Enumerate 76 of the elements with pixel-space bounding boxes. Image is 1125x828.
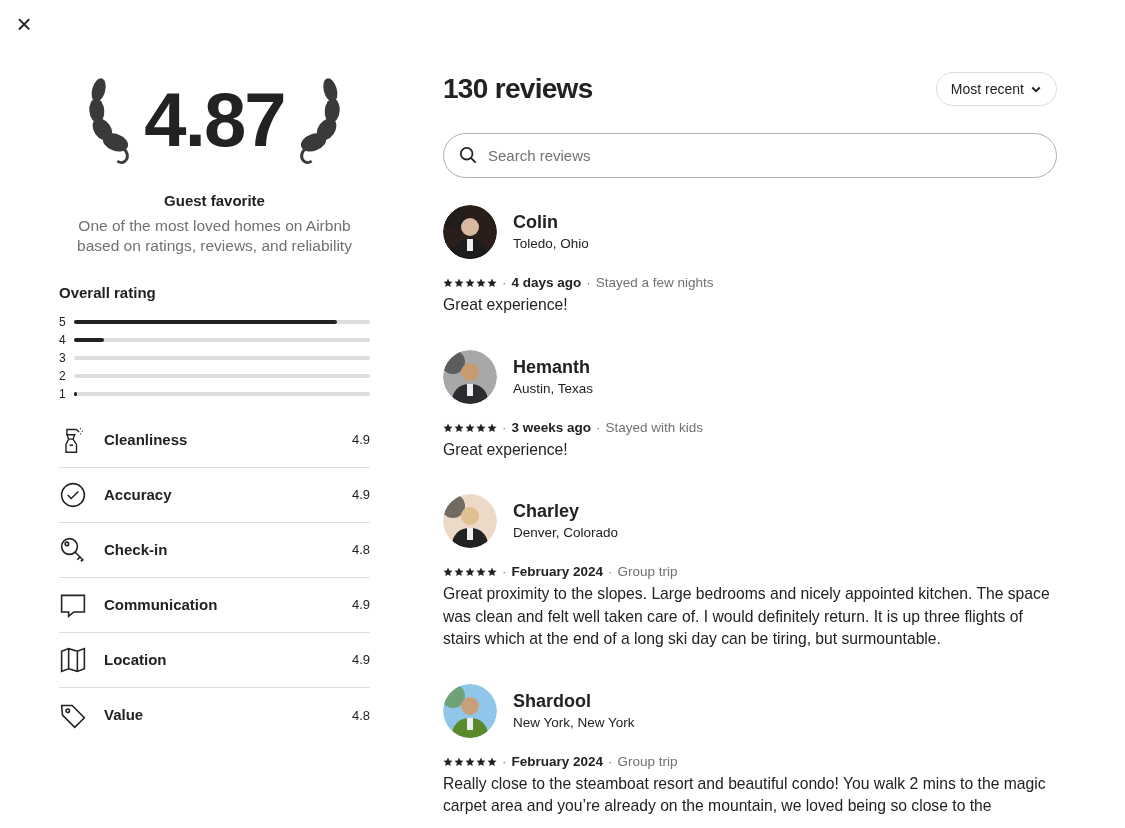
trip-type: Stayed with kids bbox=[605, 418, 704, 437]
badge-description: One of the most loved homes on Airbnb based on ratings, reviews, and reliability bbox=[76, 215, 353, 256]
trip-type: Group trip bbox=[617, 752, 678, 771]
reviewer-name: Charley bbox=[513, 500, 581, 523]
reviews-title: 130 reviews bbox=[443, 72, 593, 106]
key-icon bbox=[59, 536, 87, 564]
rating-label: 1 bbox=[59, 387, 67, 401]
review-text: Great experience! bbox=[443, 295, 569, 315]
star-icon bbox=[476, 422, 486, 433]
reviewer-name: Shardool bbox=[513, 689, 592, 713]
close-button[interactable]: × bbox=[10, 8, 38, 40]
trip-type: Stayed a few nights bbox=[595, 274, 714, 292]
reviewer-location: Toledo, Ohio bbox=[513, 235, 589, 253]
category-score: 4.9 bbox=[351, 431, 370, 450]
separator-dot: · bbox=[502, 752, 507, 771]
rating-score: 4.87 bbox=[144, 82, 285, 158]
section-title: Overall rating bbox=[59, 282, 157, 303]
star-icon bbox=[443, 567, 453, 577]
separator-dot: · bbox=[586, 274, 591, 292]
separator-dot: · bbox=[608, 563, 613, 581]
star-icon bbox=[487, 567, 497, 577]
badge-title: Guest favorite bbox=[163, 191, 266, 211]
reviewer-name: Hemanth bbox=[513, 355, 591, 379]
category-label: Communication bbox=[104, 594, 219, 615]
star-icon bbox=[443, 422, 453, 433]
category-label: Cleanliness bbox=[104, 429, 189, 450]
review-text: Really close to the steamboat resort and beautiful condo! You walk 2 mins to the magic carpet area and you’re already on the mountain, we loved being so close to the bbox=[443, 773, 1047, 816]
map-icon bbox=[59, 646, 87, 674]
review-date: February 2024 bbox=[511, 563, 604, 581]
separator-dot: · bbox=[502, 274, 507, 292]
review-date: 4 days ago bbox=[511, 274, 582, 292]
reviewer-location: Denver, Colorado bbox=[513, 524, 619, 542]
category-label: Accuracy bbox=[104, 484, 173, 505]
separator-dot: · bbox=[596, 418, 601, 437]
star-icon bbox=[465, 278, 475, 288]
review-date: 3 weeks ago bbox=[511, 418, 592, 437]
category-score: 4.9 bbox=[351, 651, 370, 670]
star-icon bbox=[454, 422, 464, 433]
category-score: 4.9 bbox=[351, 486, 370, 505]
star-icon bbox=[487, 422, 497, 433]
category-score: 4.8 bbox=[351, 706, 370, 725]
reviewer-location: New York, New York bbox=[513, 713, 635, 732]
category-label: Location bbox=[104, 649, 168, 670]
star-icon bbox=[465, 756, 475, 767]
rating-label: 4 bbox=[59, 333, 67, 347]
review-text: Great experience! bbox=[443, 439, 569, 460]
star-icon bbox=[476, 567, 486, 577]
review-date: February 2024 bbox=[511, 752, 604, 771]
trip-type: Group trip bbox=[617, 563, 678, 581]
star-icon bbox=[476, 278, 486, 288]
separator-dot: · bbox=[502, 418, 507, 437]
separator-dot: · bbox=[608, 752, 613, 771]
rating-label: 3 bbox=[59, 351, 67, 365]
reviewer-location: Austin, Texas bbox=[513, 379, 594, 398]
category-label: Check-in bbox=[104, 539, 169, 560]
star-icon bbox=[465, 422, 475, 433]
separator-dot: · bbox=[502, 563, 507, 581]
star-icon bbox=[487, 756, 497, 767]
star-icon bbox=[454, 278, 464, 288]
review-text: Great proximity to the slopes. Large bedrooms and nicely appointed kitchen. The space was clean and felt well taken care of. I would definitely return. It is up three flights of stairs which at the end of a long ski day can be tiring, but surmountable. bbox=[443, 584, 1051, 649]
rating-label: 5 bbox=[59, 315, 67, 329]
search-field[interactable]: Search reviews bbox=[443, 133, 1057, 178]
star-icon bbox=[487, 278, 497, 288]
star-icon bbox=[443, 278, 453, 288]
star-icon bbox=[465, 567, 475, 577]
check-circle-icon bbox=[59, 481, 87, 509]
reviewer-name: Colin bbox=[513, 211, 559, 234]
search-icon bbox=[459, 146, 477, 164]
category-label: Value bbox=[104, 705, 145, 726]
star-icon bbox=[454, 756, 464, 767]
star-icon bbox=[443, 756, 453, 767]
category-score: 4.8 bbox=[351, 541, 370, 560]
category-score: 4.9 bbox=[351, 596, 370, 615]
star-icon bbox=[454, 567, 464, 577]
rating-label: 2 bbox=[59, 369, 67, 383]
star-icon bbox=[476, 756, 486, 767]
